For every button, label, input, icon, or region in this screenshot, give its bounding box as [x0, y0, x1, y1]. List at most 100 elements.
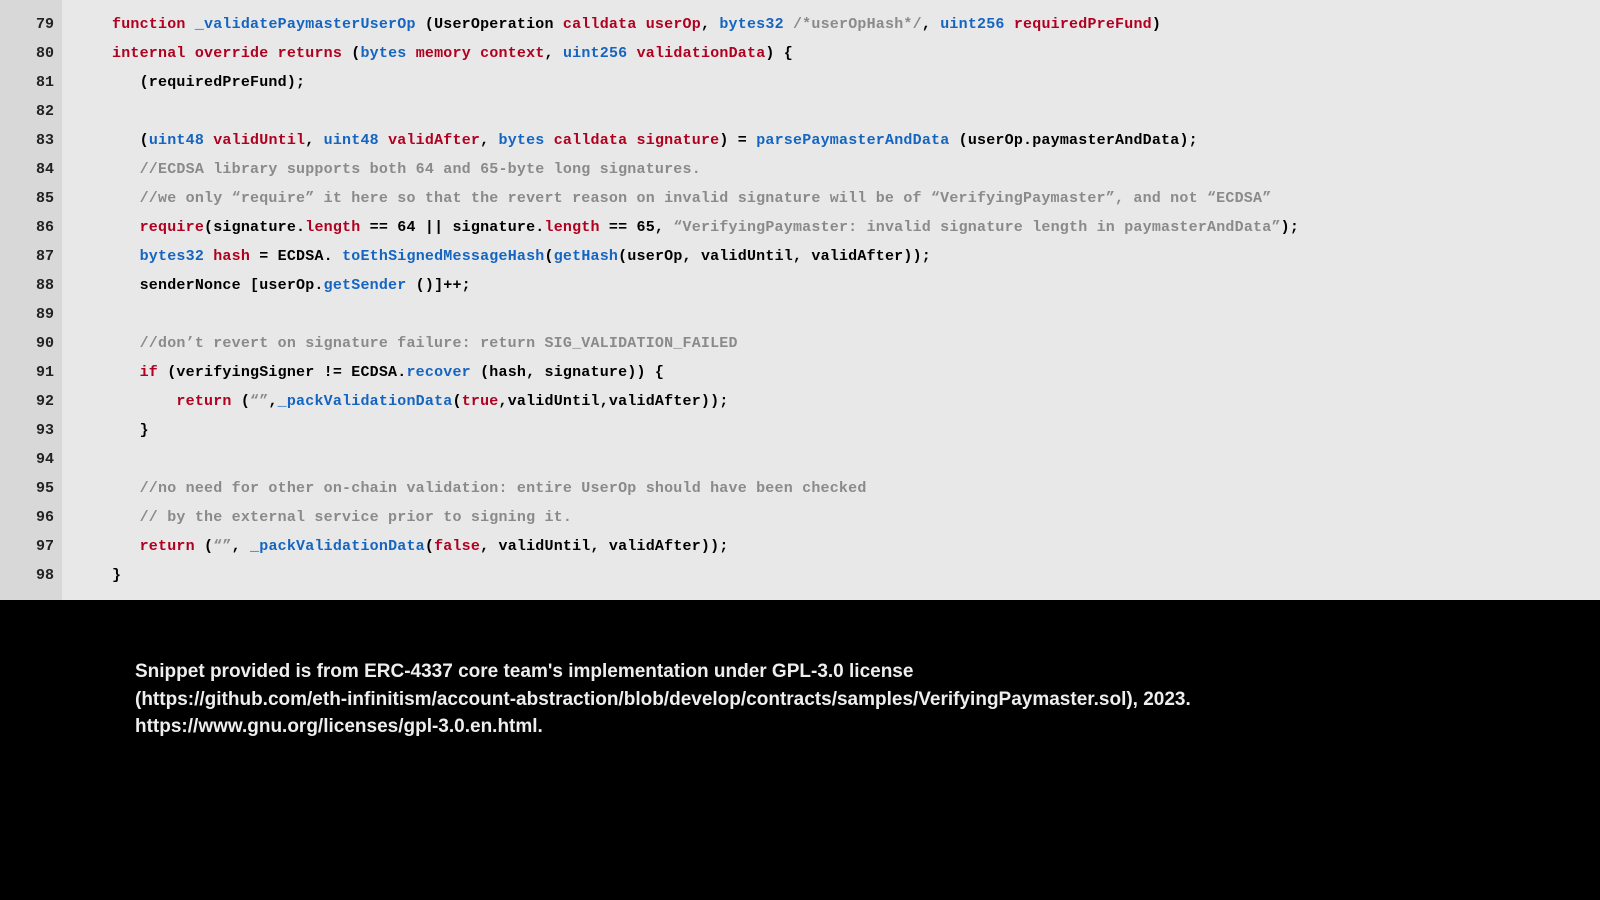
- token-type: bytes32: [140, 248, 204, 265]
- token-kw: signature: [637, 132, 720, 149]
- token: (userOp, validUntil, validAfter));: [618, 248, 931, 265]
- token: ,validUntil,validAfter));: [499, 393, 729, 410]
- attribution-footer: Snippet provided is from ERC-4337 core t…: [0, 600, 1600, 741]
- line-number: 80: [8, 39, 54, 68]
- token-fn: getSender: [324, 277, 407, 294]
- token: ,: [480, 132, 498, 149]
- token: == 65,: [600, 219, 674, 236]
- code-line: [112, 97, 1600, 126]
- token: ,: [232, 538, 250, 555]
- token-fn: _packValidationData: [278, 393, 453, 410]
- token: [627, 132, 636, 149]
- token-kw: validAfter: [388, 132, 480, 149]
- line-number-gutter: 7980818283848586878889909192939495969798: [0, 0, 62, 600]
- token: (: [416, 16, 434, 33]
- token: ,: [305, 132, 323, 149]
- token: (: [545, 248, 554, 265]
- token: ,: [268, 393, 277, 410]
- token-cmt: //we only “require” it here so that the …: [140, 190, 1272, 207]
- code-line: bytes32 hash = ECDSA. toEthSignedMessage…: [112, 242, 1600, 271]
- code-line: [112, 300, 1600, 329]
- line-number: 98: [8, 561, 54, 590]
- token: [112, 480, 140, 497]
- line-number: 83: [8, 126, 54, 155]
- token: = ECDSA.: [250, 248, 333, 265]
- token-kw: requiredPreFund: [1014, 16, 1152, 33]
- token-str: “VerifyingPaymaster: invalid signature l…: [673, 219, 1280, 236]
- token: ,: [701, 16, 719, 33]
- token: (requiredPreFund);: [112, 74, 305, 91]
- token-type: uint256: [563, 45, 627, 62]
- token-cmt: //no need for other on-chain validation:…: [140, 480, 867, 497]
- line-number: 94: [8, 445, 54, 474]
- token: [112, 538, 140, 555]
- token: senderNonce [userOp.: [112, 277, 324, 294]
- token: (signature.: [204, 219, 305, 236]
- token-kw: validUntil: [213, 132, 305, 149]
- token: }: [112, 422, 149, 439]
- line-number: 90: [8, 329, 54, 358]
- code-block: 7980818283848586878889909192939495969798…: [0, 0, 1600, 600]
- token-type: uint48: [324, 132, 379, 149]
- line-number: 86: [8, 213, 54, 242]
- token: (userOp.paymasterAndData);: [949, 132, 1197, 149]
- token-cmt: /*userOpHash*/: [793, 16, 922, 33]
- token: (: [112, 132, 149, 149]
- token-fn: toEthSignedMessageHash: [333, 248, 545, 265]
- token: (: [452, 393, 461, 410]
- token: ,: [922, 16, 940, 33]
- line-number: 82: [8, 97, 54, 126]
- code-area: function _validatePaymasterUserOp (UserO…: [62, 0, 1600, 600]
- line-number: 92: [8, 387, 54, 416]
- code-line: function _validatePaymasterUserOp (UserO…: [112, 10, 1600, 39]
- token: ()]++;: [406, 277, 470, 294]
- token: [112, 335, 140, 352]
- token: [407, 45, 416, 62]
- token-kw: userOp: [646, 16, 701, 33]
- code-line: return (“”,_packValidationData(true,vali…: [112, 387, 1600, 416]
- code-line: if (verifyingSigner != ECDSA.recover (ha…: [112, 358, 1600, 387]
- code-line: // by the external service prior to sign…: [112, 503, 1600, 532]
- line-number: 84: [8, 155, 54, 184]
- token-kw: return: [140, 538, 195, 555]
- code-line: }: [112, 416, 1600, 445]
- code-line: [112, 445, 1600, 474]
- code-line: //ECDSA library supports both 64 and 65-…: [112, 155, 1600, 184]
- line-number: 79: [8, 10, 54, 39]
- line-number: 91: [8, 358, 54, 387]
- token-fn: _validatePaymasterUserOp: [195, 16, 416, 33]
- token-fn: _packValidationData: [250, 538, 425, 555]
- token-kw: context: [480, 45, 544, 62]
- token: [112, 161, 140, 178]
- token-kw: if: [140, 364, 158, 381]
- token-kw: calldata: [563, 16, 637, 33]
- token-kw: internal: [112, 45, 186, 62]
- token: [268, 45, 277, 62]
- token-type: uint48: [149, 132, 204, 149]
- code-line: }: [112, 561, 1600, 590]
- token-kw: memory: [416, 45, 471, 62]
- token-cmt: // by the external service prior to sign…: [140, 509, 572, 526]
- token: [204, 248, 213, 265]
- token: [186, 16, 195, 33]
- token: ) {: [765, 45, 793, 62]
- token-kw: require: [140, 219, 204, 236]
- token-kw: return: [176, 393, 231, 410]
- token-type: uint256: [940, 16, 1004, 33]
- token: ): [1152, 16, 1161, 33]
- code-line: (uint48 validUntil, uint48 validAfter, b…: [112, 126, 1600, 155]
- attribution-line-3: https://www.gnu.org/licenses/gpl-3.0.en.…: [135, 713, 1600, 741]
- token: [784, 16, 793, 33]
- code-line: //don’t revert on signature failure: ret…: [112, 329, 1600, 358]
- token-kw: returns: [278, 45, 342, 62]
- line-number: 88: [8, 271, 54, 300]
- token-fn: recover: [406, 364, 470, 381]
- token: [112, 509, 140, 526]
- token-kw: true: [462, 393, 499, 410]
- token: [112, 393, 176, 410]
- token: [112, 219, 140, 236]
- token: );: [1281, 219, 1299, 236]
- token: [112, 248, 140, 265]
- token: [186, 45, 195, 62]
- code-line: require(signature.length == 64 || signat…: [112, 213, 1600, 242]
